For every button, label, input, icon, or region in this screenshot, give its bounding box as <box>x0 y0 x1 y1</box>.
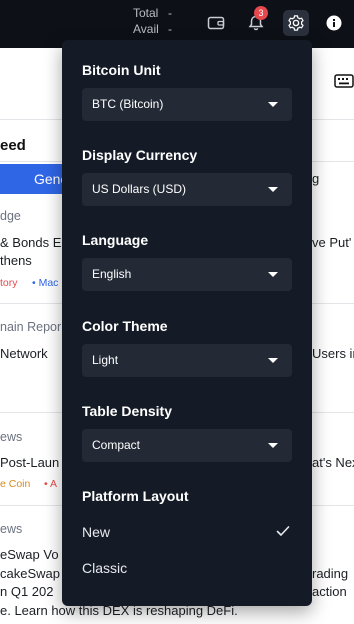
total-value: - <box>168 6 172 20</box>
feed-title: eed <box>0 137 26 154</box>
news-title[interactable]: Network <box>0 346 48 361</box>
wallet-icon[interactable] <box>203 10 229 36</box>
color-theme-select[interactable]: Light <box>82 344 292 377</box>
avail-value: - <box>168 22 172 36</box>
news-source: dge <box>0 209 21 223</box>
news-tag[interactable]: • A <box>44 478 57 490</box>
settings-menu: Bitcoin Unit BTC (Bitcoin) Display Curre… <box>62 40 312 606</box>
news-body-fragment: action <box>312 584 347 599</box>
gear-icon <box>288 15 304 31</box>
language-value: English <box>92 267 132 281</box>
bitcoin-unit-value: BTC (Bitcoin) <box>92 97 164 111</box>
news-body-line: n Q1 202 <box>0 584 54 599</box>
news-body-fragment: rading <box>312 566 349 581</box>
table-density-label: Table Density <box>82 403 172 419</box>
chevron-down-icon <box>268 443 278 448</box>
news-title[interactable]: & Bonds E <box>0 235 61 250</box>
news-tag[interactable]: • Mac <box>32 277 58 289</box>
platform-layout-label: Platform Layout <box>82 488 189 504</box>
news-source: ews <box>0 522 23 536</box>
language-label: Language <box>82 232 149 248</box>
news-source: ews <box>0 430 23 444</box>
bitcoin-unit-label: Bitcoin Unit <box>82 62 161 78</box>
display-currency-value: US Dollars (USD) <box>92 182 187 196</box>
chevron-down-icon <box>268 187 278 192</box>
chevron-down-icon <box>268 272 278 277</box>
display-currency-select[interactable]: US Dollars (USD) <box>82 173 292 206</box>
chevron-down-icon <box>268 358 278 363</box>
checkmark-icon <box>276 524 290 542</box>
total-label: Total <box>133 6 159 20</box>
option-label: New <box>82 524 111 540</box>
tab-general[interactable]: Gene <box>0 164 62 194</box>
news-title[interactable]: Post-Laun <box>0 455 59 470</box>
table-density-select[interactable]: Compact <box>82 429 292 462</box>
settings-button[interactable] <box>283 10 309 36</box>
bitcoin-unit-select[interactable]: BTC (Bitcoin) <box>82 88 292 121</box>
background-fragment: g <box>312 171 320 186</box>
news-body-line: cakeSwap <box>0 566 60 581</box>
table-density-value: Compact <box>92 438 141 452</box>
news-title[interactable]: eSwap Vo <box>0 547 59 562</box>
platform-layout-option-classic[interactable]: Classic <box>82 556 292 582</box>
display-currency-label: Display Currency <box>82 147 198 163</box>
language-select[interactable]: English <box>82 258 292 291</box>
news-title-fragment: Users in <box>312 346 354 361</box>
avail-label: Avail <box>133 22 159 36</box>
option-label: Classic <box>82 560 128 576</box>
info-button[interactable] <box>321 10 347 36</box>
news-source: nain Repor <box>0 320 62 334</box>
info-icon <box>326 15 342 31</box>
news-title-fragment: at's Nex <box>312 455 354 470</box>
notification-badge: 3 <box>254 6 268 20</box>
platform-layout-option-new[interactable]: New <box>82 520 292 546</box>
color-theme-label: Color Theme <box>82 318 168 334</box>
news-title-line2: thens <box>0 253 32 268</box>
news-tag[interactable]: e Coin <box>0 478 30 490</box>
news-tag[interactable]: tory <box>0 277 18 289</box>
keyboard-icon[interactable] <box>334 74 354 88</box>
news-title-fragment: ve Put' <box>312 235 352 250</box>
color-theme-value: Light <box>92 353 119 367</box>
chevron-down-icon <box>268 102 278 107</box>
